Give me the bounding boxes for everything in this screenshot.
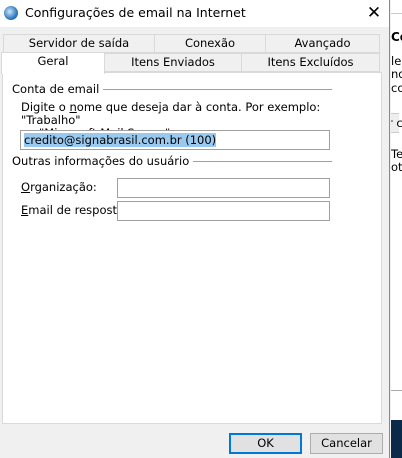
bg-text: Tes	[391, 147, 402, 161]
tab-itens-excluidos[interactable]: Itens Excluídos	[241, 53, 380, 72]
bg-text: Co	[391, 30, 402, 44]
title-bar: Configurações de email na Internet ✕	[0, 0, 389, 27]
reply-email-input[interactable]	[117, 201, 330, 221]
user-info-group-label: Outras informações do usuário	[12, 154, 190, 168]
background-window: Co le ndá co r co Tes ot	[391, 0, 402, 458]
tab-itens-enviados[interactable]: Itens Enviados	[104, 53, 242, 72]
account-group-label: Conta de email	[12, 82, 100, 96]
tab-avancado[interactable]: Avançado	[265, 34, 380, 53]
bg-text: co	[391, 81, 402, 95]
cancel-button[interactable]: Cancelar	[310, 433, 383, 454]
account-name-input[interactable]: credito@signabrasil.com.br (100)	[20, 130, 330, 150]
bg-text: r co	[391, 113, 402, 133]
tab-panel-geral: Conta de email Digite o nome que deseja …	[2, 72, 382, 424]
organization-label: Organização:	[21, 180, 97, 194]
account-name-value: credito@signabrasil.com.br (100)	[24, 133, 217, 147]
reply-email-label: Email de resposta:	[21, 203, 128, 217]
window-title: Configurações de email na Internet	[25, 5, 246, 20]
bg-text: ot	[391, 160, 402, 174]
bg-text: ndá	[391, 67, 402, 81]
organization-input[interactable]	[117, 178, 330, 198]
bg-text: le	[391, 54, 402, 68]
user-info-group: Outras informações do usuário	[12, 154, 332, 168]
tab-geral[interactable]: Geral	[1, 52, 105, 74]
tab-servidor-de-saida[interactable]: Servidor de saída	[3, 34, 155, 53]
close-icon[interactable]: ✕	[362, 2, 386, 24]
account-group: Conta de email	[12, 82, 332, 96]
email-settings-dialog: Configurações de email na Internet ✕ Ser…	[0, 0, 390, 458]
taskbar	[391, 420, 402, 458]
globe-mail-icon	[4, 6, 18, 20]
ok-button[interactable]: OK	[229, 433, 302, 454]
tab-conexao[interactable]: Conexão	[154, 34, 266, 53]
